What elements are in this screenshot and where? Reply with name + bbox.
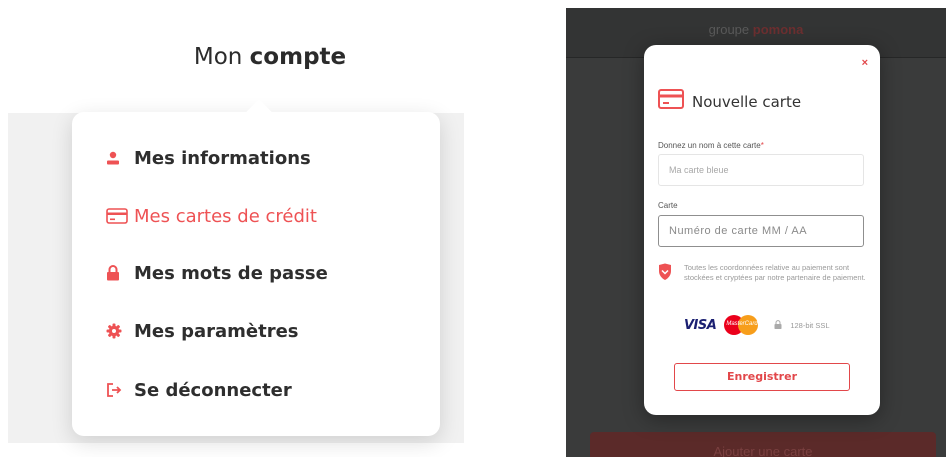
account-dropdown: Mes informations Mes cartes de crédit Me… xyxy=(72,99,440,436)
card-name-input[interactable]: Ma carte bleue xyxy=(658,154,864,186)
ssl-badge: 128-bit SSL xyxy=(774,319,830,331)
brand-logo: groupe pomona xyxy=(708,22,804,37)
menu-item-passwords[interactable]: Mes mots de passe xyxy=(106,258,328,288)
gear-icon xyxy=(106,319,134,343)
credit-card-icon xyxy=(106,204,134,228)
new-card-screen: groupe pomona Ajouter une carte × Nouvel… xyxy=(566,8,946,457)
shield-icon xyxy=(658,263,672,286)
close-icon[interactable]: × xyxy=(862,57,868,69)
menu-item-label: Mes paramètres xyxy=(134,320,299,342)
menu-item-label: Se déconnecter xyxy=(134,379,292,401)
menu-item-label: Mes informations xyxy=(134,147,311,169)
lock-icon xyxy=(106,261,134,285)
card-name-label: Donnez un nom à cette carte* xyxy=(658,141,764,150)
title-bold: compte xyxy=(249,44,347,70)
visa-logo: VISA xyxy=(684,317,717,333)
user-icon xyxy=(106,146,134,170)
modal-title: Nouvelle carte xyxy=(692,92,802,111)
menu-item-logout[interactable]: Se déconnecter xyxy=(106,375,292,405)
menu-item-settings[interactable]: Mes paramètres xyxy=(106,316,299,346)
card-number-input[interactable]: Numéro de carte MM / AA xyxy=(658,215,864,247)
new-card-modal: × Nouvelle carte Donnez un nom à cette c… xyxy=(644,45,880,415)
card-label: Carte xyxy=(658,201,678,210)
modal-header: Nouvelle carte xyxy=(658,89,801,114)
menu-item-informations[interactable]: Mes informations xyxy=(106,143,311,173)
required-mark: * xyxy=(760,141,764,150)
title-prefix: Mon xyxy=(193,44,243,70)
payment-logos: VISA MasterCard 128-bit SSL xyxy=(684,315,830,335)
account-menu-title[interactable]: Mon compte xyxy=(0,44,540,70)
add-card-button[interactable]: Ajouter une carte xyxy=(590,432,936,457)
lock-icon xyxy=(774,319,782,331)
mastercard-logo: MasterCard xyxy=(724,315,759,335)
menu-item-label: Mes mots de passe xyxy=(134,262,328,284)
menu-item-label: Mes cartes de crédit xyxy=(134,205,317,227)
save-button[interactable]: Enregistrer xyxy=(674,363,850,391)
dropdown-caret xyxy=(246,99,272,125)
credit-card-icon xyxy=(658,89,684,114)
menu-item-credit-cards[interactable]: Mes cartes de crédit xyxy=(106,201,317,231)
logout-icon xyxy=(106,378,134,402)
account-menu-panel: Mon compte Mes informations Mes cartes d… xyxy=(0,0,470,457)
security-note-text: Toutes les coordonnées relative au paiem… xyxy=(684,263,866,282)
security-note: Toutes les coordonnées relative au paiem… xyxy=(658,263,868,286)
